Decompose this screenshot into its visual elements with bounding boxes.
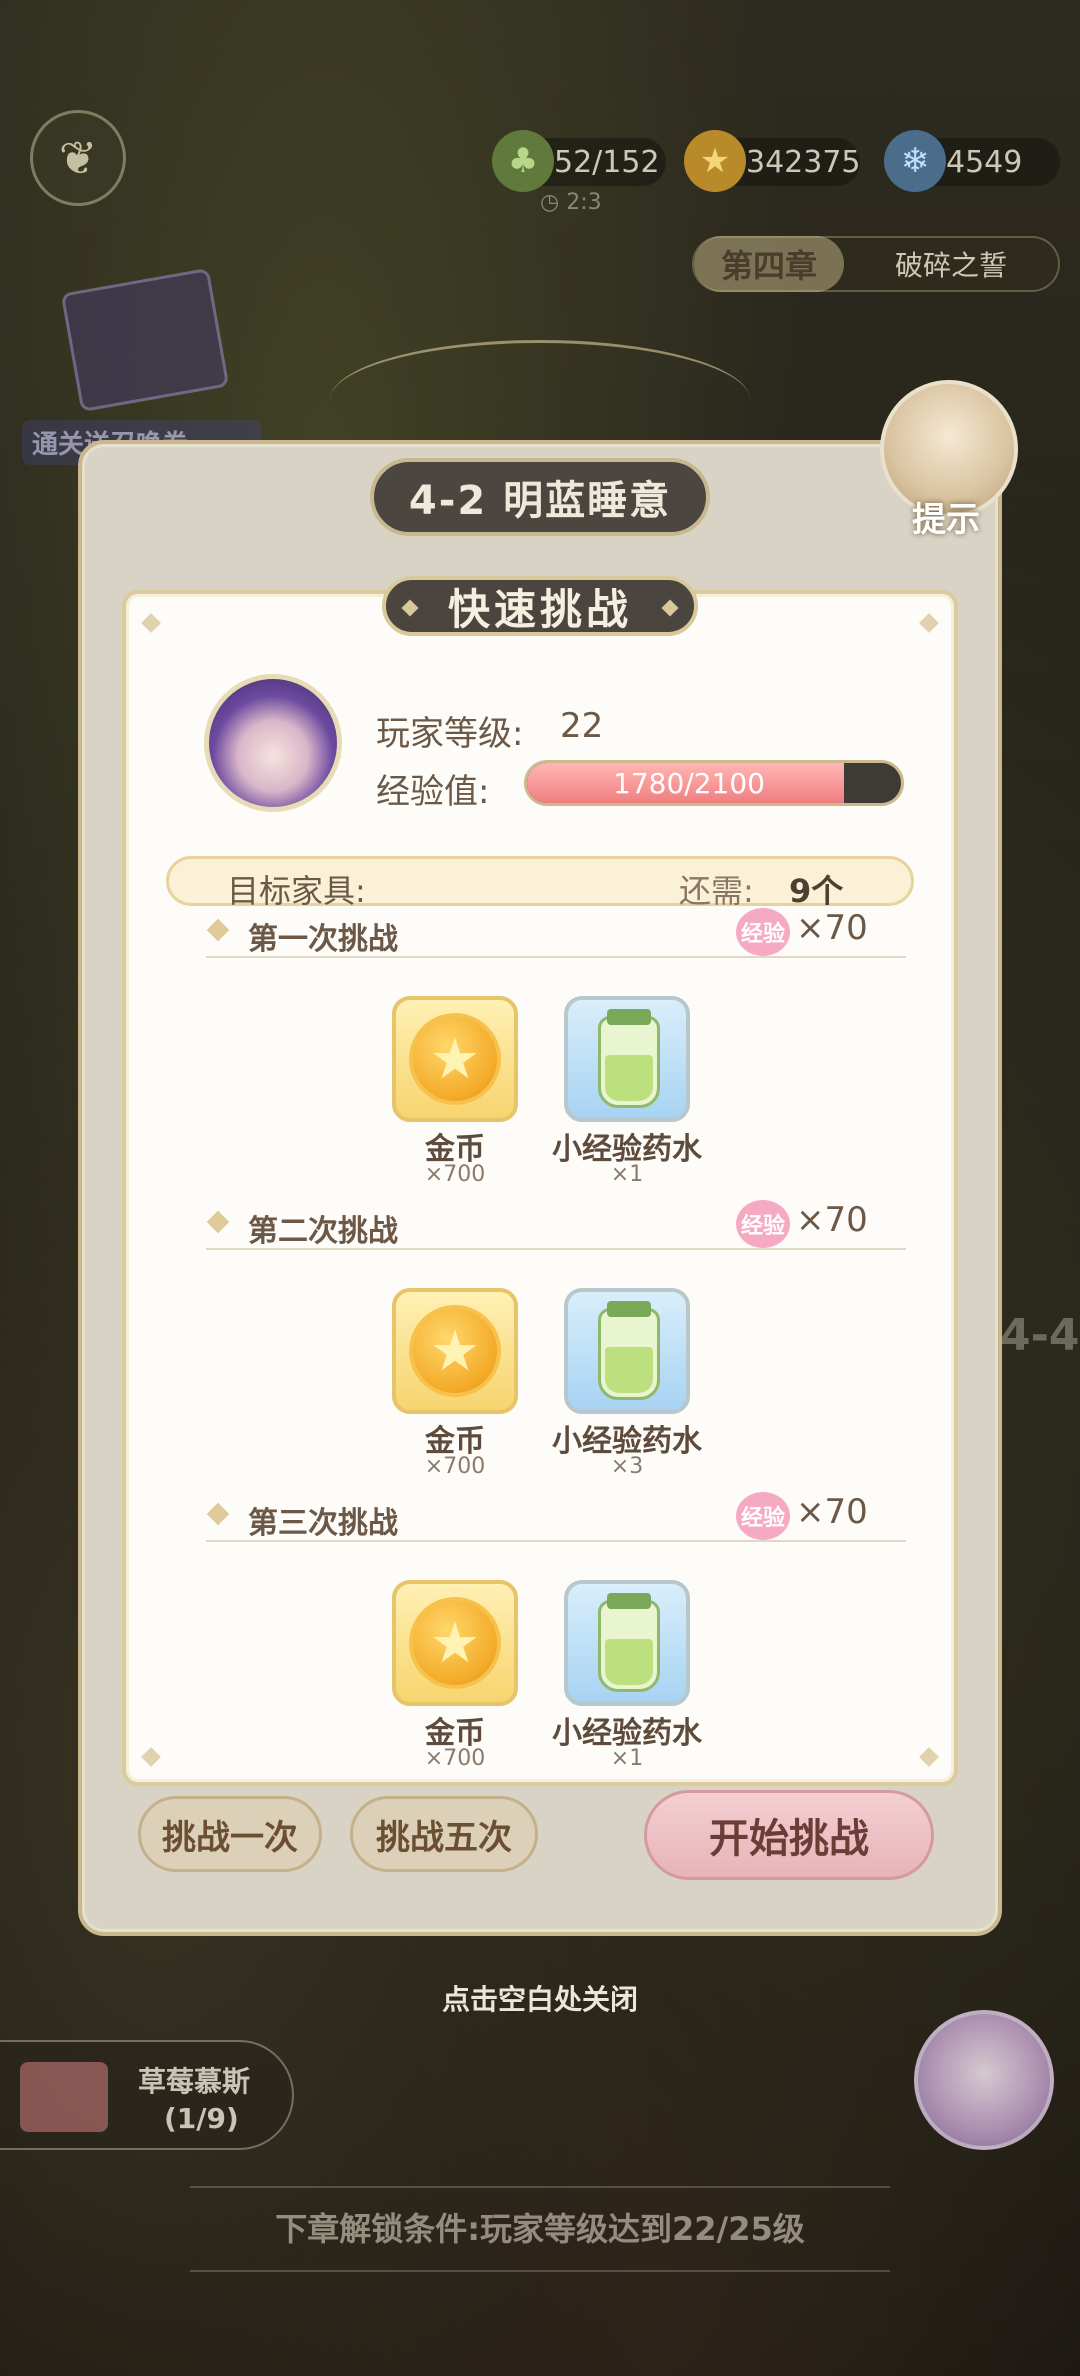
npc-avatar[interactable] — [914, 2010, 1054, 2150]
exp-badge-icon: 经验 — [736, 908, 790, 956]
challenge-once-button[interactable]: 挑战一次 — [138, 1796, 322, 1872]
corner-ornament — [141, 613, 161, 633]
stage-title: 4-2 明蓝睡意 — [370, 458, 710, 536]
hint-label[interactable]: 提示 — [912, 492, 980, 541]
round-exp-amount: ×70 — [796, 1492, 868, 1532]
item-quantity: ×700 — [424, 1746, 486, 1771]
round-header: 第二次挑战 经验 ×70 — [206, 1196, 906, 1250]
clover-icon: ♣ — [492, 130, 554, 192]
player-avatar — [204, 674, 342, 812]
next-stage-node: 4-4 — [1000, 1310, 1080, 1361]
item-quantity: ×1 — [610, 1746, 644, 1771]
diamond-bullet-icon — [206, 918, 230, 942]
exp-potion-icon[interactable] — [564, 996, 690, 1122]
start-challenge-button[interactable]: 开始挑战 — [644, 1790, 934, 1880]
exp-potion-icon[interactable] — [564, 1288, 690, 1414]
exp-potion-icon[interactable] — [564, 1580, 690, 1706]
round-header: 第一次挑战 经验 ×70 — [206, 904, 906, 958]
quest-name: 草莓慕斯 — [138, 2065, 251, 2098]
exp-progress-text: 1780/2100 — [613, 766, 765, 800]
exp-label: 经验值: — [376, 772, 490, 812]
gem-value: 4549 — [946, 144, 1023, 180]
corner-ornament — [919, 1747, 939, 1767]
round-exp-amount: ×70 — [796, 1200, 868, 1240]
gem-icon: ❄ — [884, 130, 946, 192]
chapter-unlock-condition: 下章解锁条件:玩家等级达到22/25级 — [275, 2210, 805, 2248]
chapter-number: 第四章 — [694, 236, 844, 292]
chapter-name: 破碎之誓 — [894, 249, 1007, 282]
stamina-timer: ◷ 2:3 — [540, 190, 602, 215]
gold-coin-icon[interactable]: ★ — [392, 1288, 518, 1414]
gold-coin-icon[interactable]: ★ — [392, 1580, 518, 1706]
round-exp-amount: ×70 — [796, 908, 868, 948]
leaf-back-icon: ❦ — [58, 131, 98, 185]
summon-scroll-icon — [60, 267, 230, 413]
exp-badge-icon: 经验 — [736, 1492, 790, 1540]
target-furniture-bar: 目标家具: 还需: 9个 — [166, 856, 914, 910]
dialog-title: 快速挑战 — [382, 576, 698, 636]
diamond-bullet-icon — [206, 1210, 230, 1234]
diamond-bullet-icon — [206, 1502, 230, 1526]
exp-progress-bar: 1780/2100 — [524, 760, 904, 806]
round-name: 第一次挑战 — [248, 922, 398, 957]
round-header: 第三次挑战 经验 ×70 — [206, 1488, 906, 1542]
item-quantity: ×3 — [610, 1454, 644, 1479]
strawberry-mousse-furniture-icon — [20, 2062, 108, 2132]
gold-coin-icon: ★ — [684, 130, 746, 192]
gold-coin-icon[interactable]: ★ — [392, 996, 518, 1122]
item-quantity: ×1 — [610, 1162, 644, 1187]
gold-counter[interactable]: ★ 342375 — [684, 130, 861, 192]
player-level-label: 玩家等级: — [376, 714, 524, 754]
chapter-selector[interactable]: 第四章 破碎之誓 — [692, 236, 1060, 292]
stamina-timer-value: 2:3 — [566, 190, 602, 215]
stamina-value: 52/152 — [554, 144, 660, 180]
back-button[interactable]: ❦ — [30, 110, 126, 206]
quest-progress: (1/9) — [164, 2102, 239, 2135]
item-quantity: ×700 — [424, 1454, 486, 1479]
corner-ornament — [919, 613, 939, 633]
close-hint-text[interactable]: 点击空白处关闭 — [0, 1978, 1080, 2018]
furniture-quest-chip[interactable]: 草莓慕斯 (1/9) — [0, 2040, 294, 2150]
gem-counter[interactable]: ❄ 4549 — [884, 130, 1060, 192]
divider — [190, 2270, 890, 2272]
corner-ornament — [141, 1747, 161, 1767]
stamina-counter[interactable]: ♣ 52/152 — [492, 130, 666, 192]
exp-badge-icon: 经验 — [736, 1200, 790, 1248]
item-quantity: ×700 — [424, 1162, 486, 1187]
challenge-five-button[interactable]: 挑战五次 — [350, 1796, 538, 1872]
player-level-value: 22 — [560, 706, 604, 746]
divider — [190, 2186, 890, 2188]
gold-value: 342375 — [746, 144, 861, 180]
round-name: 第三次挑战 — [248, 1506, 398, 1541]
round-name: 第二次挑战 — [248, 1214, 398, 1249]
